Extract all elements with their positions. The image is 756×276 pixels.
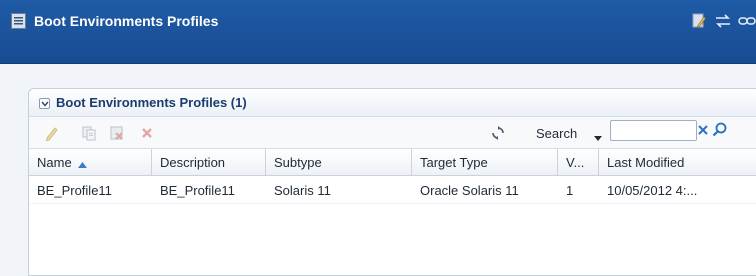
duplicate-icon[interactable]: [81, 125, 97, 141]
edit-document-icon[interactable]: [692, 13, 706, 29]
cell-target-type: Oracle Solaris 11: [420, 183, 519, 198]
search-field[interactable]: [610, 120, 697, 141]
search-icon[interactable]: [712, 122, 727, 137]
sort-ascending-icon: [77, 150, 87, 176]
search-label[interactable]: Search: [536, 126, 577, 141]
cell-version: 1: [566, 183, 574, 198]
list-page-icon: [11, 13, 26, 29]
column-header-label: Name: [37, 155, 72, 170]
panel-header: Boot Environments Profiles (1): [29, 89, 756, 117]
column-header-subtype[interactable]: Subtype: [266, 149, 412, 176]
search-dropdown-icon[interactable]: [594, 130, 602, 144]
column-header-version[interactable]: V...: [558, 149, 599, 176]
swap-icon[interactable]: [714, 13, 732, 29]
delete-icon[interactable]: [139, 125, 155, 141]
link-icon[interactable]: [738, 13, 756, 29]
table-toolbar: Search: [29, 117, 756, 149]
cell-last-modified: 10/05/2012 4:...: [607, 183, 698, 198]
edit-icon[interactable]: [44, 125, 60, 142]
profiles-panel: Boot Environments Profiles (1) Search Na…: [28, 88, 756, 276]
cell-subtype: Solaris 11: [274, 183, 331, 198]
table-header-row: Name Description Subtype Target Type V..…: [29, 149, 756, 176]
table-row[interactable]: BE_Profile11 BE_Profile11 Solaris 11 Ora…: [29, 177, 756, 204]
column-header-target-type[interactable]: Target Type: [412, 149, 558, 176]
page-title: Boot Environments Profiles: [34, 13, 219, 29]
column-header-last-modified[interactable]: Last Modified: [599, 149, 703, 176]
clear-icon[interactable]: [697, 124, 709, 136]
cell-description: BE_Profile11: [160, 183, 235, 198]
collapse-icon[interactable]: [39, 98, 50, 109]
search-input[interactable]: [612, 122, 696, 139]
panel-title: Boot Environments Profiles (1): [56, 95, 247, 110]
page-header: Boot Environments Profiles: [0, 0, 756, 64]
delete-version-icon[interactable]: [109, 125, 125, 141]
cell-name: BE_Profile11: [37, 183, 112, 198]
refresh-icon[interactable]: [491, 126, 507, 142]
column-header-name[interactable]: Name: [29, 149, 152, 176]
column-header-description[interactable]: Description: [152, 149, 266, 176]
